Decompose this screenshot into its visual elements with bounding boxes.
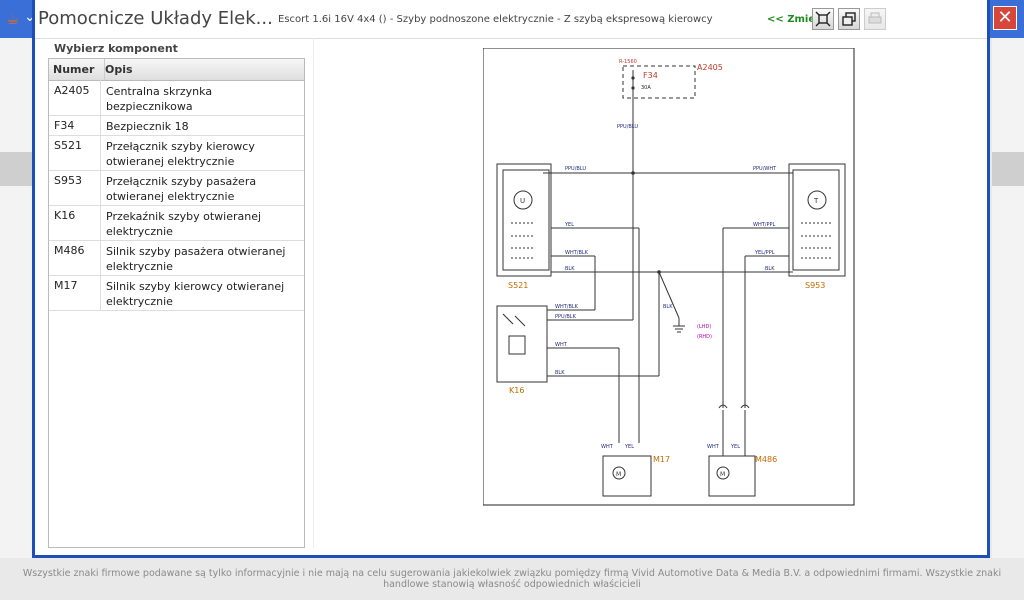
table-row[interactable]: M17 Silnik szyby kierowcy otwieranej ele… [49,276,304,311]
svg-text:M: M [616,471,621,478]
a2405-label: A2405 [697,63,723,72]
component-description: Przełącznik szyby pasażera otwieranej el… [106,175,257,203]
table-row[interactable]: S521 Przełącznik szyby kierowcy otwieran… [49,136,304,171]
column-header-description[interactable]: Opis [105,59,304,81]
component-number: K16 [54,209,76,222]
print-icon [868,12,882,24]
restore-icon [842,12,856,26]
k16-label: K16 [509,386,524,395]
close-dialog-button[interactable]: ✕ [993,6,1017,30]
table-row[interactable]: K16 Przekaźnik szyby otwieranej elektryc… [49,206,304,241]
fit-to-screen-button[interactable] [812,8,834,30]
dialog-titlebar: Pomocnicze Układy Elek... Escort 1.6i 16… [35,0,987,39]
component-number: S521 [54,139,82,152]
m486-yel-label: YEL [730,444,740,450]
f34-rating: 30A [641,85,651,91]
app-logo-icon: ☕ [6,10,20,28]
background-left-pane [0,38,34,558]
k16-wht-label: WHT [555,342,568,348]
s953-blk-label: BLK [765,266,775,272]
component-description: Bezpiecznik 18 [106,120,189,133]
diagram-panel: A2405 R-1560 F34 30A PPU/BLU PPU/BLU PPU… [313,38,988,548]
s521-label: S521 [508,281,528,290]
component-description: Centralna skrzynka bezpiecznikowa [106,85,213,113]
fit-screen-icon [815,11,831,27]
svg-text:M: M [720,471,725,478]
component-description: Przekaźnik szyby otwieranej elektrycznie [106,210,262,238]
f34-label: F34 [643,71,658,80]
change-link[interactable]: << Zmie [767,14,815,25]
trademark-footer: Wszystkie znaki firmowe podawane są tylk… [22,568,1002,590]
wht-ppl-label: WHT/PPL [753,222,775,228]
ppu-blk-label: PPU/BLK [555,314,577,320]
blk-label: BLK [565,266,575,272]
component-description: Silnik szyby kierowcy otwieranej elektry… [106,280,285,308]
svg-text:T: T [813,197,819,205]
restore-window-button[interactable] [838,8,860,30]
s953-label: S953 [805,281,825,290]
m17-wht-label: WHT [601,444,614,450]
m17-yel-label: YEL [624,444,634,450]
m486-wht-label: WHT [707,444,720,450]
component-list-heading: Wybierz komponent [54,42,178,55]
ppu-blu-label: PPU/BLU [617,124,638,130]
m486-label: M486 [755,455,777,464]
component-description: Silnik szyby pasażera otwieranej elektry… [106,245,286,273]
dialog-subtitle: Escort 1.6i 16V 4x4 () - Szyby podnoszon… [278,14,713,25]
component-list-panel: Wybierz komponent Numer Opis A2405 Centr… [48,38,305,548]
svg-text:U: U [520,197,525,205]
m17-label: M17 [653,455,670,464]
component-dialog: Pomocnicze Układy Elek... Escort 1.6i 16… [32,0,990,558]
k16-wht-blk-label: WHT/BLK [555,304,579,310]
s521-ppu-blu-label: PPU/BLU [565,166,586,172]
table-row[interactable]: F34 Bezpiecznik 18 [49,116,304,136]
component-number: F34 [54,119,75,132]
table-row[interactable]: S953 Przełącznik szyby pasażera otwieran… [49,171,304,206]
k16-blk-label: BLK [555,370,565,376]
wiring-diagram: A2405 R-1560 F34 30A PPU/BLU PPU/BLU PPU… [483,48,855,506]
wht-blk-label: WHT/BLK [565,250,589,256]
f34-ref-label: R-1560 [619,59,637,65]
background-tabstrip [992,152,1024,186]
background-right-pane [992,38,1024,558]
background-tabstrip [0,152,34,186]
ground-blk-label: BLK [663,304,673,310]
component-number: M17 [54,279,78,292]
component-description: Przełącznik szyby kierowcy otwieranej el… [106,140,255,168]
component-table: Numer Opis A2405 Centralna skrzynka bezp… [48,58,305,548]
component-number: M486 [54,244,85,257]
column-header-number[interactable]: Numer [49,59,105,81]
s953-ppu-wht-label: PPU/WHT [753,166,777,172]
component-number: A2405 [54,84,90,97]
rhd-note: (RHD) [697,334,712,340]
yel-label: YEL [564,222,574,228]
yel-ppl-label: YEL/PPL [754,250,775,256]
table-row[interactable]: M486 Silnik szyby pasażera otwieranej el… [49,241,304,276]
table-row[interactable]: A2405 Centralna skrzynka bezpiecznikowa [49,81,304,116]
component-number: S953 [54,174,82,187]
dialog-title: Pomocnicze Układy Elek... [38,8,273,29]
print-button[interactable] [864,8,886,30]
lhd-note: (LHD) [697,324,711,330]
